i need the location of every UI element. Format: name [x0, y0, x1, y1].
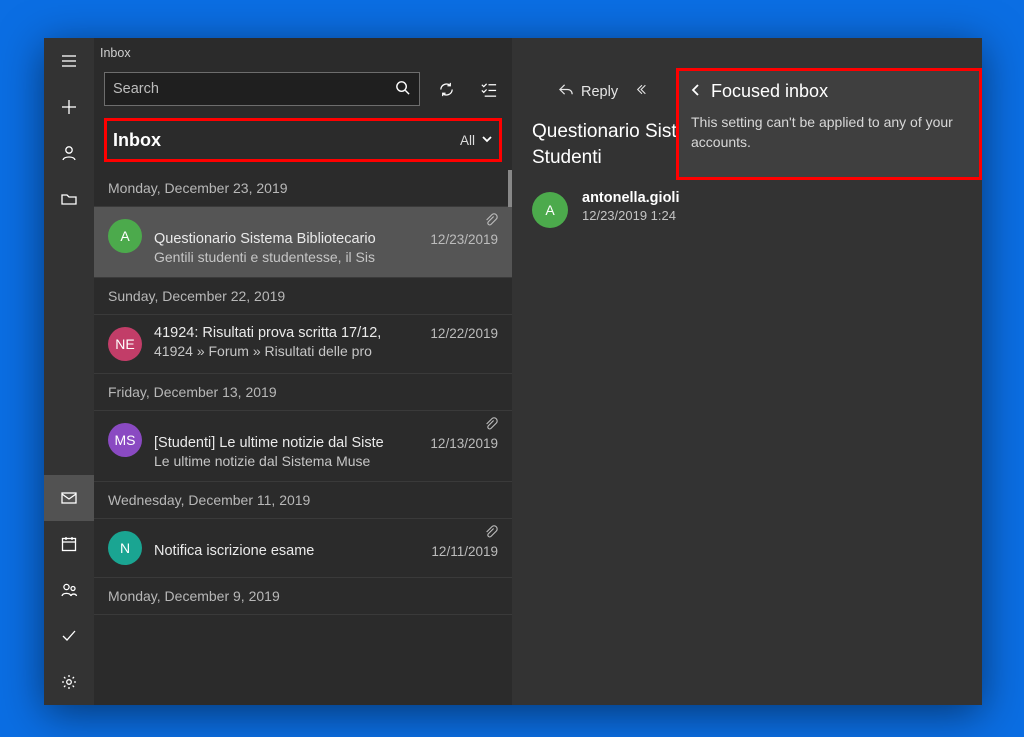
inbox-filter-button[interactable]: All [460, 133, 493, 148]
sidebar [44, 38, 94, 705]
folders-button[interactable] [44, 176, 94, 222]
avatar: A [108, 219, 142, 253]
avatar: N [108, 531, 142, 565]
message-preview: Gentili studenti e studentesse, il Sis [154, 249, 498, 265]
attachment-icon [484, 213, 498, 232]
message-preview: 41924 » Forum » Risultati delle pro [154, 343, 498, 359]
inbox-filter-label: All [460, 133, 475, 148]
date-header: Monday, December 23, 2019 [94, 170, 512, 207]
todo-nav-button[interactable] [44, 613, 94, 659]
avatar: MS [108, 423, 142, 457]
reply-icon [558, 82, 575, 101]
focused-inbox-panel: Focused inbox This setting can't be appl… [676, 68, 982, 180]
new-mail-button[interactable] [44, 84, 94, 130]
people-nav-button[interactable] [44, 567, 94, 613]
reply-all-icon [636, 82, 653, 101]
message-list-column: Search Inbox All Monday, December 23, 20… [94, 38, 512, 705]
search-icon [394, 79, 411, 100]
inbox-header: Inbox All [104, 118, 502, 162]
focused-inbox-title: Focused inbox [711, 81, 828, 102]
message-date: 12/23/2019 [422, 232, 498, 247]
search-placeholder: Search [113, 81, 394, 97]
focused-inbox-header: Focused inbox [689, 81, 965, 102]
message-subject: [Studenti] Le ultime notizie dal Siste [154, 435, 422, 451]
sender-avatar: A [532, 192, 568, 228]
message-date: 12/11/2019 [423, 544, 498, 559]
message-item[interactable]: N Notifica iscrizione esame12/11/2019 [94, 519, 512, 578]
attachment-icon [484, 525, 498, 544]
sender-name: antonella.gioli [582, 190, 679, 206]
reply-all-button[interactable] [636, 82, 653, 101]
message-date: 12/22/2019 [422, 326, 498, 341]
back-button[interactable] [689, 81, 703, 102]
message-subject: 41924: Risultati prova scritta 17/12, [154, 325, 422, 341]
inbox-header-label: Inbox [113, 130, 460, 151]
message-date: 12/13/2019 [422, 436, 498, 451]
accounts-button[interactable] [44, 130, 94, 176]
focused-inbox-message: This setting can't be applied to any of … [689, 112, 965, 153]
message-subject: Notifica iscrizione esame [154, 543, 423, 559]
message-subject: Questionario Sistema Bibliotecario [154, 231, 422, 247]
message-item[interactable]: NE 41924: Risultati prova scritta 17/12,1… [94, 315, 512, 374]
sync-button[interactable] [430, 73, 462, 105]
search-input[interactable]: Search [104, 72, 420, 106]
avatar: NE [108, 327, 142, 361]
message-preview: Le ultime notizie dal Sistema Muse [154, 453, 498, 469]
calendar-nav-button[interactable] [44, 521, 94, 567]
sender-time: 12/23/2019 1:24 [582, 208, 679, 223]
reading-pane: Reply Questionario Sistema Bibliotecario… [512, 38, 982, 705]
mail-nav-button[interactable] [44, 475, 94, 521]
hamburger-menu-button[interactable] [44, 38, 94, 84]
settings-button[interactable] [44, 659, 94, 705]
reply-label: Reply [581, 84, 618, 100]
message-list[interactable]: Monday, December 23, 2019 A Questionario S… [94, 170, 512, 705]
mail-window: Inbox [44, 38, 982, 705]
date-header: Sunday, December 22, 2019 [94, 278, 512, 315]
search-row: Search [94, 68, 512, 114]
sender-row: A antonella.gioli 12/23/2019 1:24 [512, 184, 982, 234]
chevron-down-icon [481, 133, 493, 148]
date-header: Monday, December 9, 2019 [94, 578, 512, 615]
attachment-icon [484, 417, 498, 436]
reply-button[interactable]: Reply [558, 82, 618, 101]
message-item[interactable]: MS [Studenti] Le ultime notizie dal Siste… [94, 411, 512, 482]
message-item[interactable]: A Questionario Sistema Bibliotecario12/23… [94, 207, 512, 278]
date-header: Wednesday, December 11, 2019 [94, 482, 512, 519]
select-mode-button[interactable] [472, 73, 504, 105]
date-header: Friday, December 13, 2019 [94, 374, 512, 411]
